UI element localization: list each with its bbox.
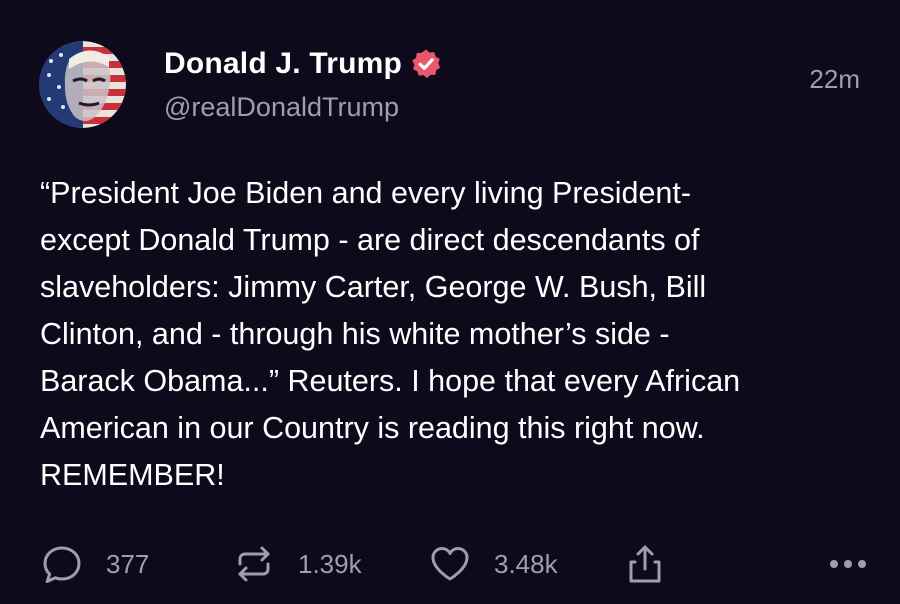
like-count: 3.48k xyxy=(494,548,558,579)
author-name-row: Donald J. Trump xyxy=(164,44,442,84)
reply-icon xyxy=(40,542,84,586)
post-body-text: “President Joe Biden and every living Pr… xyxy=(40,176,741,492)
reply-count: 377 xyxy=(106,548,150,579)
profile-avatar[interactable] xyxy=(39,41,126,128)
retruth-button[interactable]: 1.39k xyxy=(232,540,362,588)
author-display-name[interactable]: Donald J. Trump xyxy=(164,47,402,81)
share-icon xyxy=(623,542,667,586)
post-timestamp[interactable]: 22m xyxy=(809,64,860,95)
retruth-icon xyxy=(232,542,276,586)
avatar-image xyxy=(39,41,126,128)
more-options-button[interactable] xyxy=(826,540,870,588)
heart-icon xyxy=(428,542,472,586)
verified-badge-icon xyxy=(410,48,442,80)
more-icon xyxy=(826,542,870,586)
post-action-bar: 377 1.39k 3.48k xyxy=(40,540,870,588)
author-handle[interactable]: @realDonaldTrump xyxy=(164,92,399,123)
retruth-count: 1.39k xyxy=(298,548,362,579)
reply-button[interactable]: 377 xyxy=(40,540,149,588)
like-button[interactable]: 3.48k xyxy=(428,540,558,588)
share-button[interactable] xyxy=(623,540,667,588)
